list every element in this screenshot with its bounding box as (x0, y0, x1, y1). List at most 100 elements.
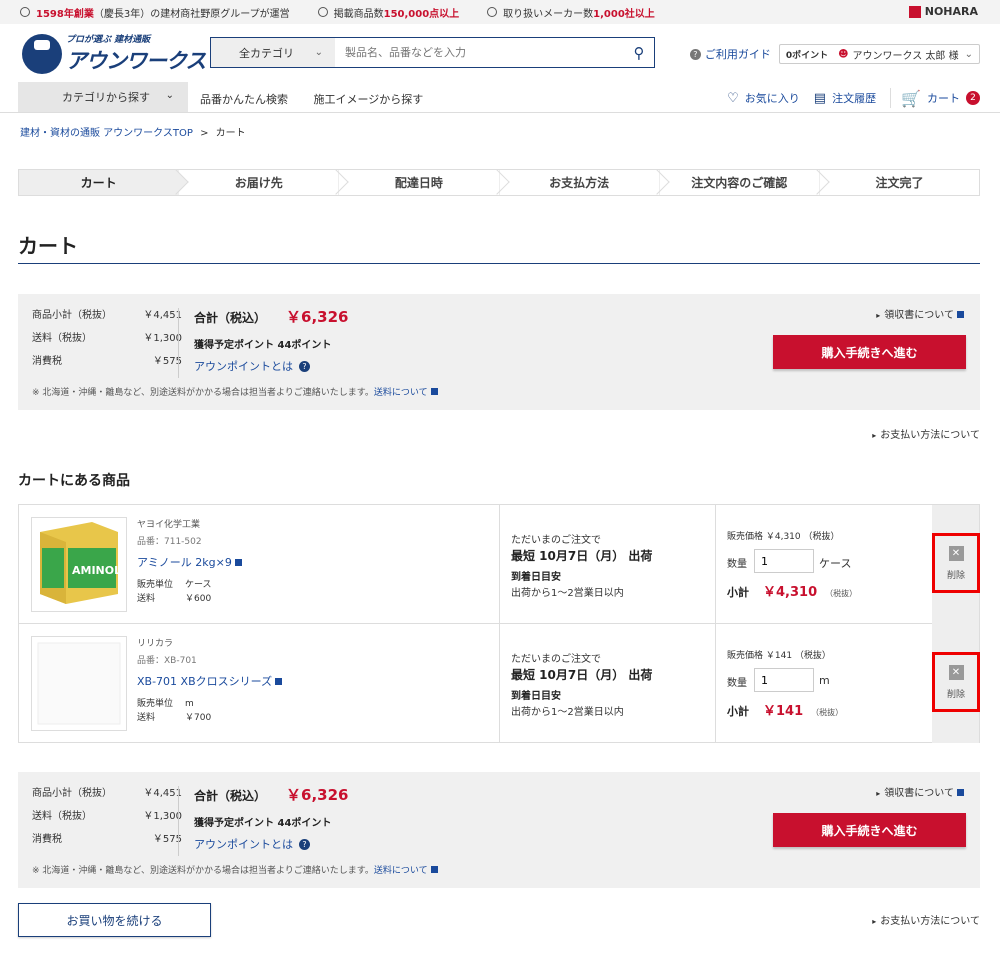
site-header: プロが選ぶ 建材通販 アウンワークス 全カテゴリ⌄ ⚲ ? ご利用ガイド 0ポイ… (0, 24, 1000, 82)
receipt-link[interactable]: ▸ 領収書について (876, 784, 964, 799)
header-utility: ? ご利用ガイド 0ポイント ☻ アウンワークス 太郎 様 ⌄ (684, 44, 980, 64)
divider (890, 88, 892, 108)
summary-row-subtotal: 商品小計（税抜） ￥4,451 (32, 788, 182, 799)
product-name-link[interactable]: アミノール 2kg×9 (137, 554, 242, 570)
delivery-text: ただいまのご注文で (511, 654, 601, 665)
external-link-icon (275, 678, 283, 685)
external-link-icon (957, 789, 964, 796)
step-payment: お支払方法 (500, 169, 670, 195)
part-number-search-link[interactable]: 品番かんたん検索 (200, 93, 288, 106)
checkout-button[interactable]: 購入手続きへ進む (773, 335, 966, 369)
check-circle-icon (20, 7, 30, 17)
close-icon: ✕ (948, 545, 964, 561)
step-delivery-date: 配達日時 (339, 169, 510, 195)
cart-link[interactable]: 🛒 カート 2 (901, 89, 980, 108)
item-shipping: 送料 ￥700 (137, 713, 212, 723)
nav-bar: カテゴリから探す ⌄ 品番かんたん検索 施工イメージから探す ♡ お気に入り ▤ 注文… (0, 82, 1000, 113)
check-circle-icon (487, 7, 498, 17)
product-box-image: AMINOL (32, 518, 126, 611)
nohara-mark-icon (908, 5, 921, 18)
cart-item: リリカラ 品番：XB-701 XB-701 XBクロスシリーズ 販売単位 m 送料… (19, 624, 980, 743)
order-summary-bottom: 商品小計（税抜） ￥4,451 送料（税抜） ￥1,300 消費税 ￥575 合計（税… (18, 772, 980, 888)
site-logo[interactable]: プロが選ぶ 建材通販 アウンワークス (22, 32, 206, 75)
search-icon[interactable]: ⚲ (624, 38, 654, 67)
document-icon: ▤ (813, 90, 827, 106)
page-title: カート (18, 234, 78, 258)
triangle-right-icon: ▸ (876, 789, 881, 798)
info-item: 掲載商品数 150,000点以上 (317, 5, 459, 20)
order-summary-top: 商品小計（税抜） ￥4,451 送料（税抜） ￥1,300 消費税 ￥575 合計（税… (18, 294, 980, 410)
divider (715, 505, 716, 624)
title-underline (18, 263, 980, 264)
search-bar: 全カテゴリ⌄ ⚲ (210, 37, 655, 68)
about-points-link[interactable]: アウンポイントとは? (194, 358, 310, 374)
step-cart: カート (19, 169, 189, 195)
product-image[interactable] (31, 636, 127, 731)
info-item: 取り扱いメーカー数 1,000社以上 (487, 5, 655, 20)
quantity-unit: ケース (819, 557, 852, 570)
quantity-input[interactable] (754, 668, 814, 692)
payment-methods-link[interactable]: ▸ お支払い方法について (872, 426, 980, 441)
close-icon: ✕ (948, 664, 964, 680)
earned-points: 獲得予定ポイント 44ポイント (194, 340, 332, 351)
summary-row-tax: 消費税 ￥575 (32, 834, 182, 845)
product-code: 品番：XB-701 (137, 656, 197, 666)
nohara-logo[interactable]: NOHARA (908, 5, 978, 18)
unit-price: 販売価格 ￥141 （税抜） (727, 651, 831, 661)
checkout-button[interactable]: 購入手続きへ進む (773, 813, 966, 847)
payment-methods-link[interactable]: ▸ お支払い方法について (872, 912, 980, 927)
ship-date: 最短 10月7日（月） 出荷 (511, 668, 653, 682)
favorites-link[interactable]: ♡ お気に入り (727, 90, 800, 106)
search-input[interactable] (335, 38, 624, 67)
continue-shopping-button[interactable]: お買い物を続ける (18, 903, 211, 937)
product-maker: リリカラ (137, 639, 174, 649)
cart-items-title: カートにある商品 (18, 473, 130, 489)
quantity-unit: m (819, 674, 830, 687)
quantity-label: 数量 (727, 678, 747, 689)
step-address: お届け先 (179, 169, 350, 195)
shipping-info-link[interactable]: 送料について (374, 388, 428, 398)
summary-row-tax: 消費税 ￥575 (32, 356, 182, 367)
shipping-info-link[interactable]: 送料について (374, 866, 428, 876)
cart-count-badge: 2 (966, 91, 980, 105)
breadcrumb-current: カート (215, 128, 246, 139)
product-image[interactable]: AMINOL (31, 517, 127, 612)
arrival-estimate: 出荷から1～2営業日以内 (511, 588, 624, 599)
points-value: 0ポイント (785, 50, 829, 61)
sales-unit: 販売単位 m (137, 699, 194, 709)
sales-unit: 販売単位 ケース (137, 580, 212, 590)
delete-button[interactable]: ✕ 削除 (932, 652, 980, 712)
checkout-steps: カート お届け先 配達日時 お支払方法 注文内容のご確認 注文完了 (18, 169, 980, 196)
delivery-text: ただいまのご注文で (511, 535, 601, 546)
order-history-link[interactable]: ▤ 注文履歴 (814, 90, 876, 106)
divider (715, 624, 716, 743)
usage-guide-link[interactable]: ご利用ガイド (705, 46, 771, 62)
about-points-link[interactable]: アウンポイントとは? (194, 836, 310, 852)
account-box[interactable]: 0ポイント ☻ アウンワークス 太郎 様 ⌄ (778, 44, 980, 64)
cart-icon: 🛒 (901, 88, 921, 108)
summary-row-shipping: 送料（税抜） ￥1,300 (32, 811, 182, 822)
user-icon: ☻ (838, 48, 849, 60)
receipt-link[interactable]: ▸ 領収書について (876, 306, 964, 321)
shipping-note: ※ 北海道・沖縄・離島など、別途送料がかかる場合は担当者よりご連絡いたします。送… (32, 863, 438, 876)
product-swatch-image (37, 642, 121, 725)
total: 合計（税込） ￥6,326 (194, 786, 349, 804)
ship-date: 最短 10月7日（月） 出荷 (511, 549, 653, 563)
search-category-select[interactable]: 全カテゴリ ⌄ (211, 38, 335, 67)
construction-image-link[interactable]: 施工イメージから探す (314, 93, 424, 106)
arrival-label: 到着日目安 (511, 691, 561, 702)
info-item: 1598年創業 （慶長3年）の建材商社野原グループが運営 (20, 5, 290, 20)
category-menu-button[interactable]: カテゴリから探す ⌄ (18, 82, 188, 112)
logo-tagline: プロが選ぶ 建材通販 (66, 35, 151, 45)
summary-row-shipping: 送料（税抜） ￥1,300 (32, 333, 182, 344)
shipping-note: ※ 北海道・沖縄・離島など、別途送料がかかる場合は担当者よりご連絡いたします。送… (32, 385, 438, 398)
question-icon: ? (299, 838, 310, 850)
heart-plus-icon: ♡ (727, 90, 739, 106)
breadcrumb-home-link[interactable]: 建材・資材の通販 アウンワークスTOP (20, 128, 193, 139)
unit-price: 販売価格 ￥4,310 （税抜） (727, 532, 840, 542)
quantity-input[interactable] (754, 549, 814, 573)
external-link-icon (430, 866, 438, 873)
delete-button[interactable]: ✕ 削除 (932, 533, 980, 593)
product-name-link[interactable]: XB-701 XBクロスシリーズ (137, 673, 283, 689)
chevron-down-icon: ⌄ (165, 90, 174, 101)
